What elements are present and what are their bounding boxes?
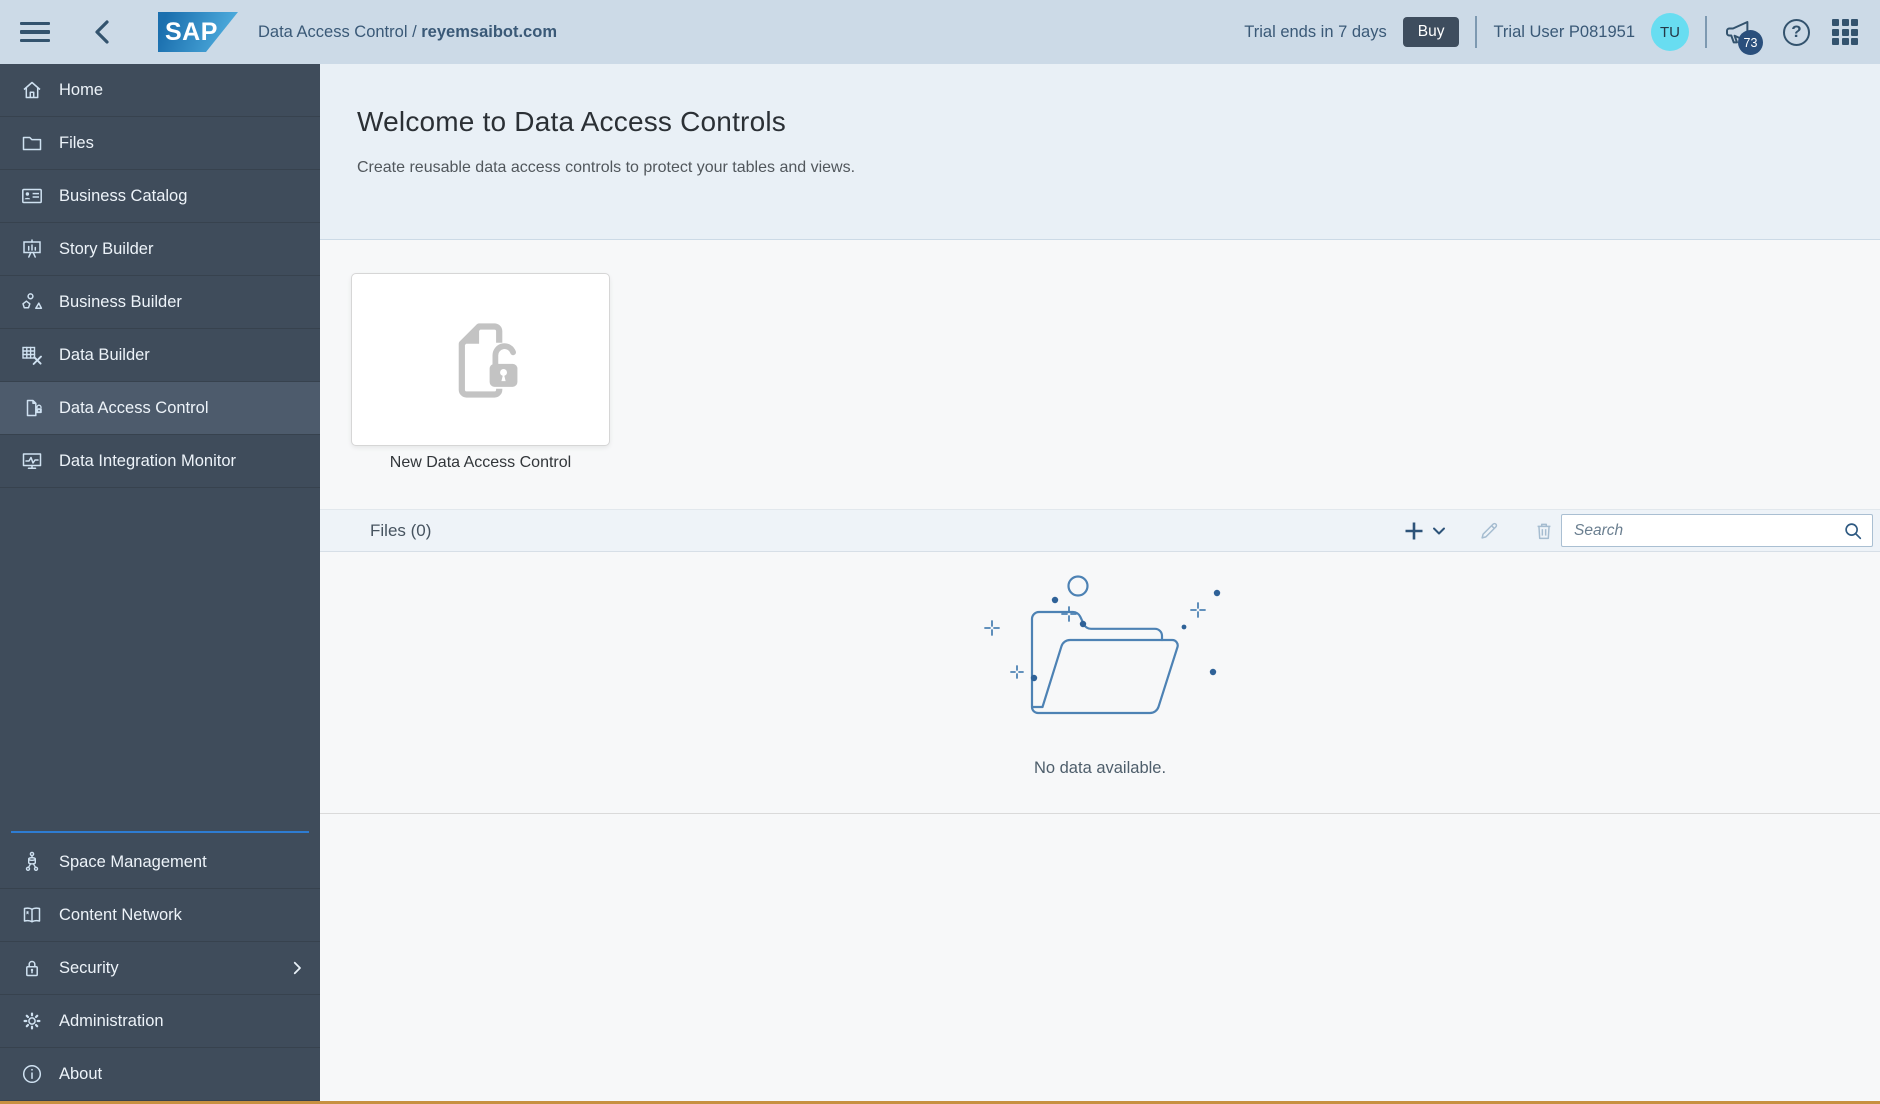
add-menu-button[interactable] — [1432, 526, 1446, 536]
sidebar-item-story-builder[interactable]: Story Builder — [0, 223, 320, 276]
breadcrumb-page: Data Access Control — [258, 22, 408, 41]
files-empty-state: No data available. — [320, 552, 1880, 813]
sidebar-item-files[interactable]: Files — [0, 117, 320, 170]
help-glyph: ? — [1791, 22, 1802, 41]
notifications-button[interactable]: 73 — [1723, 17, 1763, 55]
lock-icon — [19, 956, 45, 980]
sidebar-item-label: Data Integration Monitor — [59, 451, 237, 470]
sap-logo-text: SAP — [165, 17, 218, 46]
info-icon — [19, 1062, 45, 1086]
toolbar-actions — [1403, 514, 1880, 547]
grid-icon — [1832, 19, 1858, 45]
empty-folder-illustration — [984, 575, 1221, 715]
breadcrumb-separator: / — [412, 22, 417, 41]
back-icon[interactable] — [92, 19, 112, 45]
new-data-access-control-card[interactable] — [351, 273, 610, 446]
sidebar-item-label: Content Network — [59, 905, 182, 924]
folder-icon — [19, 131, 45, 155]
header-separator — [1705, 16, 1707, 48]
gear-icon — [19, 1009, 45, 1033]
sidebar-item-label: Space Management — [59, 852, 207, 871]
product-switcher-button[interactable] — [1832, 19, 1858, 45]
sidebar-item-label: Data Access Control — [59, 398, 209, 417]
plus-icon — [1405, 522, 1423, 539]
add-button[interactable] — [1403, 520, 1425, 542]
document-unlock-icon — [458, 322, 523, 398]
sidebar-item-space-management[interactable]: Space Management — [0, 836, 320, 889]
page-title: Welcome to Data Access Controls — [357, 106, 786, 137]
sidebar-item-label: Security — [59, 958, 119, 977]
page-subtitle: Create reusable data access controls to … — [357, 159, 856, 176]
book-icon — [19, 903, 45, 927]
sidebar-item-security[interactable]: Security — [0, 942, 320, 995]
user-name: Trial User P081951 — [1493, 22, 1635, 41]
chevron-right-icon — [288, 959, 306, 977]
sidebar-item-label: Data Builder — [59, 345, 150, 364]
sidebar-accent-divider — [11, 831, 309, 833]
chevron-down-icon — [1433, 527, 1445, 534]
files-section-title: Files (0) — [370, 520, 432, 540]
menu-icon[interactable] — [20, 22, 50, 42]
sidebar-item-label: Business Catalog — [59, 186, 188, 205]
trial-notice: Trial ends in 7 days — [1244, 22, 1387, 41]
sidebar-item-label: Home — [59, 80, 104, 99]
breadcrumb: Data Access Control / reyemsaibot.com — [258, 23, 557, 42]
header-separator — [1475, 16, 1478, 48]
search-icon[interactable] — [1842, 520, 1864, 542]
help-button[interactable]: ? — [1783, 18, 1810, 46]
sidebar-item-data-access-control[interactable]: Data Access Control — [0, 382, 320, 435]
id-card-icon — [19, 184, 45, 208]
home-icon — [19, 78, 45, 102]
space-network-icon — [19, 850, 45, 874]
table-tools-icon — [19, 343, 45, 367]
buy-button[interactable]: Buy — [1402, 17, 1460, 47]
content-divider — [320, 813, 1880, 814]
sidebar-item-label: Story Builder — [59, 239, 154, 258]
main-content: Welcome to Data Access Controls Create r… — [320, 64, 1880, 1101]
breadcrumb-tenant: reyemsaibot.com — [421, 22, 557, 41]
sidebar-item-label: Files — [59, 133, 94, 152]
pencil-icon — [1481, 522, 1498, 539]
edit-button[interactable] — [1478, 520, 1500, 542]
sidebar-item-home[interactable]: Home — [0, 64, 320, 117]
empty-message: No data available. — [1033, 759, 1167, 777]
presentation-icon — [19, 237, 45, 261]
document-lock-icon — [19, 396, 45, 420]
sidebar-item-about[interactable]: About — [0, 1048, 320, 1101]
delete-button[interactable] — [1533, 520, 1555, 542]
sidebar-item-administration[interactable]: Administration — [0, 995, 320, 1048]
sap-logo: SAP — [158, 12, 238, 52]
sidebar-item-label: Administration — [59, 1011, 164, 1030]
search-input[interactable] — [1574, 521, 1842, 540]
search-field — [1561, 514, 1873, 547]
monitor-icon — [19, 449, 45, 473]
avatar-initials: TU — [1660, 23, 1680, 41]
help-icon: ? — [1783, 18, 1810, 46]
sidebar-item-business-catalog[interactable]: Business Catalog — [0, 170, 320, 223]
welcome-banner: Welcome to Data Access Controls Create r… — [320, 64, 1880, 240]
sidebar-bottom-group: Space Management Content Network Securit… — [0, 831, 320, 1101]
sidebar-item-business-builder[interactable]: Business Builder — [0, 276, 320, 329]
files-toolbar: Files (0) — [320, 509, 1880, 552]
sidebar-item-label: About — [59, 1064, 103, 1083]
notification-badge: 73 — [1738, 30, 1763, 55]
sidebar-item-data-integration-monitor[interactable]: Data Integration Monitor — [0, 435, 320, 488]
header-actions: Trial ends in 7 days Buy Trial User P081… — [1244, 13, 1880, 55]
sidebar-item-data-builder[interactable]: Data Builder — [0, 329, 320, 382]
shapes-icon — [19, 290, 45, 314]
sidebar-item-label: Business Builder — [59, 292, 182, 311]
sidebar-item-content-network[interactable]: Content Network — [0, 889, 320, 942]
sidebar-nav: Home Files Business Catalog Story Builde… — [0, 64, 320, 1101]
top-shell-bar: SAP Data Access Control / reyemsaibot.co… — [0, 0, 1880, 64]
trash-icon — [1537, 523, 1551, 539]
avatar[interactable]: TU — [1651, 13, 1689, 51]
new-card-label: New Data Access Control — [389, 454, 572, 471]
